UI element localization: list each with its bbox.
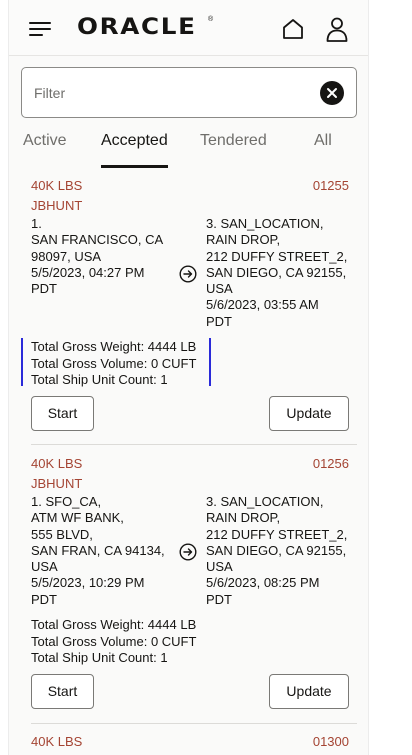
shipment-carrier: JBHUNT <box>31 476 83 491</box>
card-divider <box>31 723 357 724</box>
hamburger-menu-icon[interactable] <box>29 21 53 37</box>
shipment-card: 40K LBS JBHUNT 01255 1. SAN FRANCISCO, C… <box>21 178 357 446</box>
shipment-card: 40K LBS JBHUNT 01256 1. SFO_CA, ATM WF B… <box>21 456 357 726</box>
focus-outline-right <box>209 338 211 386</box>
tab-tendered[interactable]: Tendered <box>200 132 267 168</box>
start-button[interactable]: Start <box>31 674 94 709</box>
shipment-destination: 3. SAN_LOCATION, RAIN DROP, 212 DUFFY ST… <box>206 494 348 607</box>
shipment-origin: 1. SFO_CA, ATM WF BANK, 555 BLVD, SAN FR… <box>31 494 165 607</box>
app-header: ORACLE ® <box>9 0 368 56</box>
home-icon[interactable] <box>281 17 305 41</box>
close-icon <box>327 88 337 98</box>
status-tabs: Active Accepted Tendered All <box>9 128 368 168</box>
app-window: ORACLE ® Active Accepted Tendered All 40… <box>8 0 369 755</box>
filter-input[interactable] <box>34 82 304 104</box>
tab-active[interactable]: Active <box>23 132 67 168</box>
shipment-weight: 40K LBS <box>31 456 83 471</box>
arrow-right-circle-icon <box>179 543 197 561</box>
registered-mark: ® <box>208 16 214 23</box>
shipment-id[interactable]: 01300 <box>313 734 349 749</box>
shipment-totals[interactable]: Total Gross Weight: 4444 LB Total Gross … <box>31 617 196 667</box>
shipment-weight: 40K LBS <box>31 734 83 749</box>
shipment-origin: 1. SAN FRANCISCO, CA 98097, USA 5/5/2023… <box>31 216 164 297</box>
filter-field <box>21 67 357 118</box>
tab-accepted[interactable]: Accepted <box>101 132 168 168</box>
oracle-logo: ORACLE <box>77 15 197 40</box>
update-button[interactable]: Update <box>269 674 349 709</box>
shipment-destination: 3. SAN_LOCATION, RAIN DROP, 212 DUFFY ST… <box>206 216 348 329</box>
shipment-weight: 40K LBS <box>31 178 83 193</box>
focus-outline-left <box>21 338 23 386</box>
shipment-totals[interactable]: Total Gross Weight: 4444 LB Total Gross … <box>31 339 196 389</box>
shipment-id[interactable]: 01255 <box>313 178 349 193</box>
arrow-right-circle-icon <box>179 265 197 283</box>
tab-all[interactable]: All <box>314 132 332 168</box>
update-button[interactable]: Update <box>269 396 349 431</box>
user-icon[interactable] <box>325 16 349 42</box>
shipment-id[interactable]: 01256 <box>313 456 349 471</box>
start-button[interactable]: Start <box>31 396 94 431</box>
shipment-card: 40K LBS 01300 <box>21 734 349 755</box>
shipment-carrier: JBHUNT <box>31 198 83 213</box>
clear-filter-button[interactable] <box>320 81 344 105</box>
card-divider <box>31 444 357 445</box>
